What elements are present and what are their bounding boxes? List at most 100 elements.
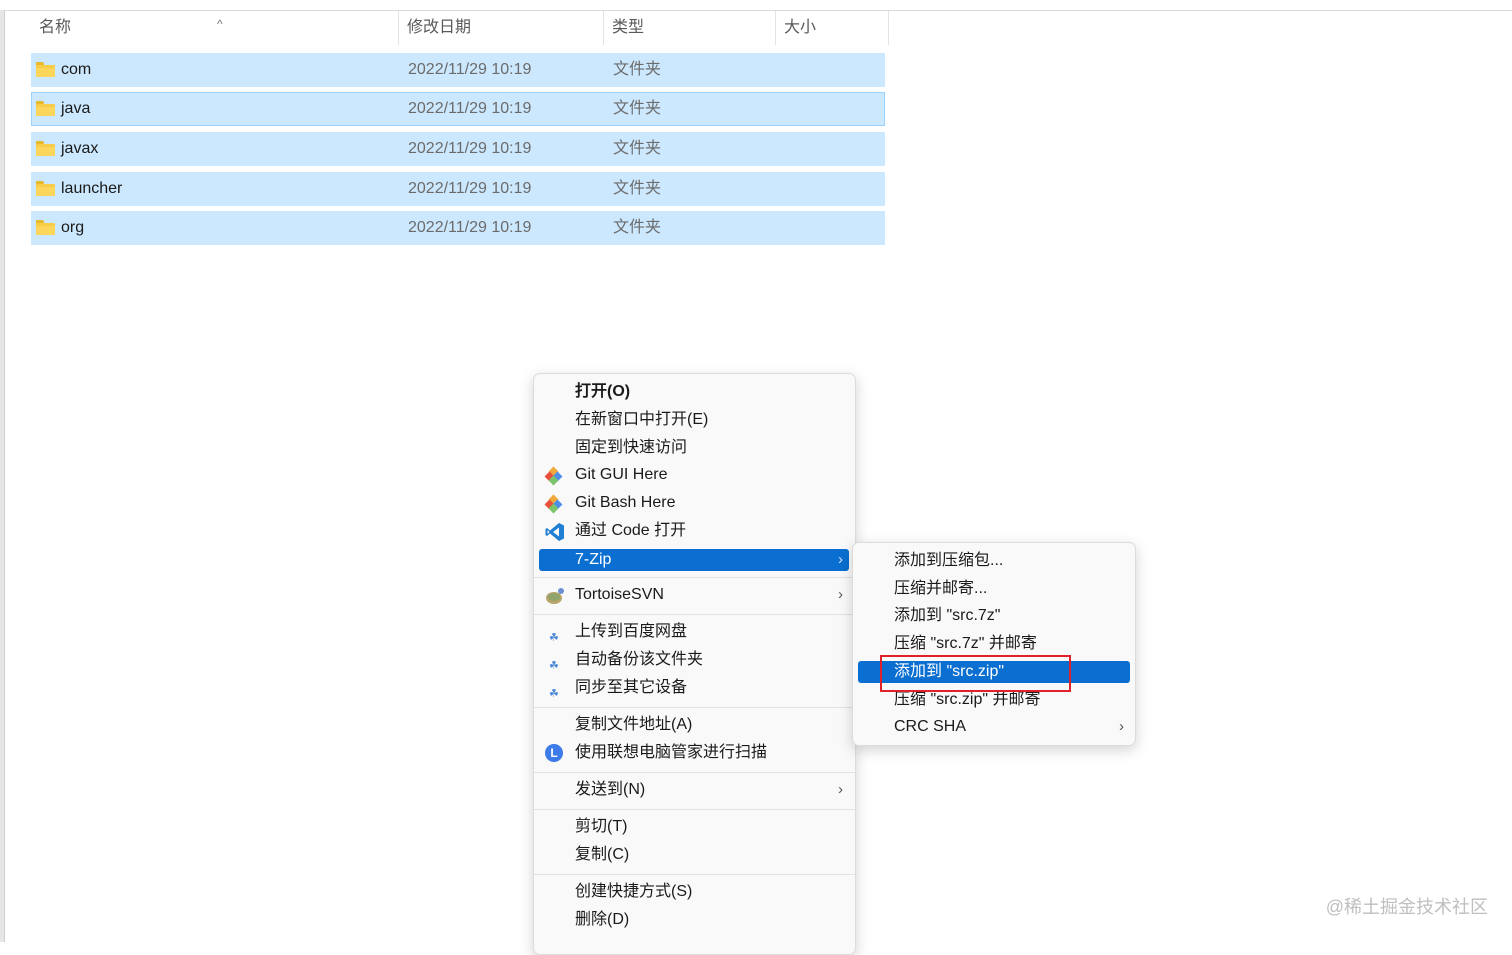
submenu-item-compress-7z-email[interactable]: 压缩 "src.7z" 并邮寄 [858, 633, 1130, 655]
menu-item-send-to[interactable]: 发送到(N) › [539, 778, 849, 802]
file-date: 2022/11/29 10:19 [408, 140, 532, 157]
menu-item-git-bash[interactable]: Git Bash Here [539, 491, 849, 515]
submenu-item-compress-email[interactable]: 压缩并邮寄... [858, 578, 1130, 600]
vscode-icon [545, 522, 564, 541]
menu-item-lenovo-scan[interactable]: L 使用联想电脑管家进行扫描 [539, 741, 849, 765]
menu-item-label: 删除(D) [575, 911, 630, 928]
column-header-type-label: 类型 [612, 19, 645, 36]
menu-item-7zip[interactable]: 7-Zip › [539, 549, 849, 571]
menu-item-delete[interactable]: 删除(D) [539, 908, 849, 932]
file-row[interactable]: javax 2022/11/29 10:19 文件夹 [31, 132, 885, 166]
menu-item-label: 固定到快速访问 [575, 439, 688, 456]
git-icon [544, 494, 563, 514]
menu-item-label: 通过 Code 打开 [575, 522, 687, 539]
menu-item-open[interactable]: 打开(O) [539, 380, 849, 404]
menu-item-copy-path[interactable]: 复制文件地址(A) [539, 713, 849, 737]
window-left-border [0, 10, 5, 942]
menu-item-cut[interactable]: 剪切(T) [539, 815, 849, 839]
menu-item-label: Git GUI Here [575, 466, 668, 483]
submenu-item-label: 压缩 "src.zip" 并邮寄 [894, 691, 1041, 708]
menu-separator [534, 577, 855, 578]
menu-item-tortoise-svn[interactable]: TortoiseSVN › [539, 583, 849, 607]
chevron-right-icon: › [1119, 718, 1124, 735]
menu-item-copy[interactable]: 复制(C) [539, 843, 849, 867]
menu-item-label: 上传到百度网盘 [575, 623, 688, 640]
column-header-name[interactable]: 名称 ^ [31, 11, 399, 45]
file-row[interactable]: java 2022/11/29 10:19 文件夹 [31, 92, 885, 126]
submenu-item-add-archive[interactable]: 添加到压缩包... [858, 550, 1130, 572]
chevron-right-icon: › [838, 551, 843, 568]
lenovo-manager-icon: L [545, 744, 563, 762]
watermark: @稀土掘金技术社区 [1325, 897, 1488, 917]
file-name: launcher [61, 180, 123, 197]
submenu-item-crc-sha[interactable]: CRC SHA › [858, 716, 1130, 738]
7zip-submenu: 添加到压缩包... 压缩并邮寄... 添加到 "src.7z" 压缩 "src.… [852, 542, 1136, 746]
menu-item-label: 使用联想电脑管家进行扫描 [575, 744, 768, 761]
column-header-bar: 名称 ^ 修改日期 类型 大小 [31, 11, 889, 45]
file-name: java [61, 100, 91, 117]
folder-icon [36, 62, 55, 77]
git-icon [544, 466, 563, 486]
folder-icon [36, 141, 55, 156]
menu-separator [534, 772, 855, 773]
menu-item-label: 创建快捷方式(S) [575, 883, 693, 900]
file-name: javax [61, 140, 99, 157]
menu-item-upload-baidu[interactable]: ☘ 上传到百度网盘 [539, 620, 849, 644]
file-row[interactable]: launcher 2022/11/29 10:19 文件夹 [31, 172, 885, 206]
menu-item-label: 同步至其它设备 [575, 679, 688, 696]
menu-item-label: 复制文件地址(A) [575, 716, 693, 733]
column-header-date[interactable]: 修改日期 [399, 11, 604, 45]
folder-icon [36, 220, 55, 235]
column-header-type[interactable]: 类型 [604, 11, 776, 45]
file-date: 2022/11/29 10:19 [408, 61, 532, 78]
menu-item-label: 打开(O) [575, 383, 631, 400]
menu-separator [534, 614, 855, 615]
file-name: com [61, 61, 92, 78]
file-date: 2022/11/29 10:19 [408, 219, 532, 236]
column-header-size[interactable]: 大小 [776, 11, 889, 45]
menu-item-label: 发送到(N) [575, 781, 646, 798]
column-header-name-label: 名称 [39, 19, 72, 36]
baidu-netdisk-icon: ☘ [549, 688, 559, 700]
baidu-netdisk-icon: ☘ [549, 632, 559, 644]
menu-item-open-with-code[interactable]: 通过 Code 打开 [539, 519, 849, 543]
submenu-item-add-7z[interactable]: 添加到 "src.7z" [858, 605, 1130, 627]
folder-icon [36, 101, 55, 116]
tortoise-svn-icon [545, 586, 564, 604]
submenu-item-label: 压缩并邮寄... [894, 580, 988, 597]
menu-item-label: 自动备份该文件夹 [575, 651, 704, 668]
submenu-item-compress-zip-email[interactable]: 压缩 "src.zip" 并邮寄 [858, 689, 1130, 711]
file-type: 文件夹 [613, 219, 662, 236]
baidu-netdisk-icon: ☘ [549, 660, 559, 672]
menu-item-create-shortcut[interactable]: 创建快捷方式(S) [539, 880, 849, 904]
menu-item-label: TortoiseSVN [575, 586, 664, 603]
submenu-item-label: 添加到 "src.7z" [894, 607, 1001, 624]
annotation-highlight-box [880, 655, 1071, 692]
menu-separator [534, 874, 855, 875]
chevron-right-icon: › [838, 781, 843, 798]
file-type: 文件夹 [613, 100, 662, 117]
menu-separator [534, 809, 855, 810]
menu-item-open-new-window[interactable]: 在新窗口中打开(E) [539, 408, 849, 432]
menu-item-git-gui[interactable]: Git GUI Here [539, 463, 849, 487]
file-row[interactable]: org 2022/11/29 10:19 文件夹 [31, 211, 885, 245]
menu-item-pin-quick-access[interactable]: 固定到快速访问 [539, 436, 849, 460]
folder-icon [36, 181, 55, 196]
file-name: org [61, 219, 85, 236]
submenu-item-label: CRC SHA [894, 718, 967, 735]
file-row[interactable]: com 2022/11/29 10:19 文件夹 [31, 53, 885, 87]
menu-item-label: 7-Zip [575, 551, 612, 568]
chevron-right-icon: › [838, 586, 843, 603]
menu-item-auto-backup[interactable]: ☘ 自动备份该文件夹 [539, 648, 849, 672]
submenu-item-label: 添加到压缩包... [894, 552, 1004, 569]
menu-item-label: 在新窗口中打开(E) [575, 411, 709, 428]
menu-item-label: Git Bash Here [575, 494, 676, 511]
menu-item-sync-devices[interactable]: ☘ 同步至其它设备 [539, 676, 849, 700]
menu-separator [534, 707, 855, 708]
sort-ascending-icon: ^ [217, 17, 223, 31]
submenu-item-label: 压缩 "src.7z" 并邮寄 [894, 635, 1037, 652]
file-type: 文件夹 [613, 140, 662, 157]
file-type: 文件夹 [613, 180, 662, 197]
file-date: 2022/11/29 10:19 [408, 100, 532, 117]
column-header-size-label: 大小 [784, 19, 817, 36]
